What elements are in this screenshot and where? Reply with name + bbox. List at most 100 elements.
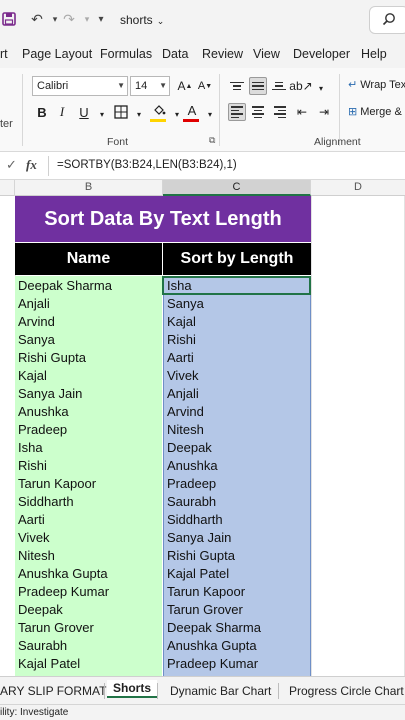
sheet-tab-shorts[interactable]: Shorts <box>107 680 158 698</box>
font-color-button[interactable]: A <box>183 101 201 119</box>
confirm-check-icon[interactable]: ✓ <box>6 157 17 173</box>
name-cell[interactable]: Arvind <box>15 313 162 331</box>
name-cell[interactable]: Kajal Patel <box>15 655 162 673</box>
name-cell[interactable]: Rishi Gupta <box>15 349 162 367</box>
name-cell[interactable]: Siddharth <box>15 493 162 511</box>
sorted-cell[interactable]: Pradeep Kumar <box>164 655 310 673</box>
sorted-cell[interactable]: Kajal <box>164 313 310 331</box>
sorted-cell[interactable]: Tarun Kapoor <box>164 583 310 601</box>
active-cell-selection[interactable] <box>162 276 311 295</box>
sorted-cell[interactable]: Pradeep <box>164 475 310 493</box>
sheet-tab-dynamic-bar-chart[interactable]: Dynamic Bar Chart <box>170 684 271 698</box>
name-cell[interactable]: Isha <box>15 439 162 457</box>
name-cell[interactable]: Pradeep <box>15 421 162 439</box>
insert-function-button[interactable]: fx <box>26 157 37 173</box>
sorted-cell[interactable]: Vivek <box>164 367 310 385</box>
undo-icon[interactable]: ↶ <box>28 10 46 28</box>
sheet-title[interactable]: Sort Data By Text Length <box>15 196 311 242</box>
search-button[interactable] <box>369 6 405 34</box>
sorted-cell[interactable]: Sanya Jain <box>164 529 310 547</box>
redo-icon[interactable]: ↷ <box>60 10 78 28</box>
orientation-icon[interactable]: ab↗ <box>289 77 312 95</box>
fill-color-icon[interactable] <box>150 101 168 119</box>
decrease-indent-icon[interactable]: ⇤ <box>293 103 311 121</box>
header-name[interactable]: Name <box>15 243 162 275</box>
name-cell[interactable]: Tarun Kapoor <box>15 475 162 493</box>
tab-page-layout[interactable]: Page Layout <box>22 47 92 61</box>
font-color-dropdown-icon[interactable]: ▾ <box>201 105 219 123</box>
font-name-select[interactable]: Calibri ▼ <box>32 76 128 96</box>
column-header-b[interactable]: B <box>15 180 163 196</box>
orientation-dropdown-icon[interactable]: ▾ <box>312 79 330 97</box>
name-cell[interactable]: Pradeep Kumar <box>15 583 162 601</box>
name-cell[interactable]: Deepak Sharma <box>15 277 162 295</box>
sheet-tab-salary-slip-format[interactable]: ARY SLIP FORMAT <box>0 684 106 698</box>
sorted-cell[interactable]: Arvind <box>164 403 310 421</box>
worksheet-grid[interactable]: Sort Data By Text Length Name Sort by Le… <box>0 196 405 676</box>
borders-icon[interactable] <box>112 103 130 121</box>
sorted-cell[interactable]: Aarti <box>164 349 310 367</box>
sorted-cell[interactable]: Kajal Patel <box>164 565 310 583</box>
sorted-cell[interactable]: Siddharth <box>164 511 310 529</box>
sorted-cell[interactable]: Tarun Grover <box>164 601 310 619</box>
tab-review[interactable]: Review <box>202 47 243 61</box>
wrap-text-button[interactable]: ↵ Wrap Tex <box>348 78 405 91</box>
name-cell[interactable]: Vivek <box>15 529 162 547</box>
align-left-icon[interactable] <box>228 103 246 121</box>
name-cell[interactable]: Anjali <box>15 295 162 313</box>
tab-developer[interactable]: Developer <box>293 47 350 61</box>
tab-help[interactable]: Help <box>361 47 387 61</box>
column-header-a[interactable] <box>0 180 15 196</box>
name-cell[interactable]: Sanya Jain <box>15 385 162 403</box>
sorted-cell[interactable]: Anjali <box>164 385 310 403</box>
sorted-cell[interactable]: Deepak <box>164 439 310 457</box>
sorted-cell[interactable]: Rishi Gupta <box>164 547 310 565</box>
document-name[interactable]: shorts ⌄ <box>120 13 164 27</box>
merge-center-button[interactable]: ⊞ Merge & <box>348 105 402 118</box>
name-cell[interactable]: Rishi <box>15 457 162 475</box>
sorted-cell[interactable]: Deepak Sharma <box>164 619 310 637</box>
align-middle-icon[interactable] <box>249 77 267 95</box>
increase-indent-icon[interactable]: ⇥ <box>315 103 333 121</box>
sorted-cell[interactable]: Anushka Gupta <box>164 637 310 655</box>
sheet-tab-progress-circle-chart[interactable]: Progress Circle Chart <box>289 684 404 698</box>
tab-view[interactable]: View <box>253 47 280 61</box>
name-cell[interactable]: Anushka Gupta <box>15 565 162 583</box>
column-header-c[interactable]: C <box>163 180 311 196</box>
underline-button[interactable]: U <box>75 103 93 121</box>
name-cell[interactable]: Anushka <box>15 403 162 421</box>
accessibility-status[interactable]: ility: Investigate <box>0 707 68 718</box>
sorted-cell[interactable]: Saurabh <box>164 493 310 511</box>
borders-dropdown-icon[interactable]: ▾ <box>130 105 148 123</box>
font-dialog-launcher-icon[interactable]: ⧉ <box>209 135 215 146</box>
sorted-cell[interactable]: Nitesh <box>164 421 310 439</box>
save-icon[interactable] <box>0 10 18 28</box>
font-size-select[interactable]: 14 ▼ <box>130 76 170 96</box>
name-cell[interactable]: Deepak <box>15 601 162 619</box>
name-cell[interactable]: Kajal <box>15 367 162 385</box>
name-cell[interactable]: Tarun Grover <box>15 619 162 637</box>
align-center-icon[interactable] <box>249 103 267 121</box>
tab-data[interactable]: Data <box>162 47 188 61</box>
tab-formulas[interactable]: Formulas <box>100 47 152 61</box>
name-cell[interactable]: Sanya <box>15 331 162 349</box>
increase-font-size-icon[interactable]: A ▲ <box>176 77 194 95</box>
column-header-d[interactable]: D <box>311 180 405 196</box>
header-sort-by-length[interactable]: Sort by Length <box>163 243 311 275</box>
customize-toolbar-icon[interactable]: ▾ <box>92 10 110 28</box>
sorted-cell[interactable]: Rishi <box>164 331 310 349</box>
align-top-icon[interactable] <box>228 77 246 95</box>
name-cell[interactable]: Nitesh <box>15 547 162 565</box>
underline-dropdown-icon[interactable]: ▾ <box>93 105 111 123</box>
decrease-font-size-icon[interactable]: A ▼ <box>196 77 214 95</box>
bold-button[interactable]: B <box>33 103 51 121</box>
sorted-cell[interactable]: Sanya <box>164 295 310 313</box>
formula-input[interactable]: =SORTBY(B3:B24,LEN(B3:B24),1) <box>57 159 237 171</box>
align-bottom-icon[interactable] <box>270 77 288 95</box>
align-right-icon[interactable] <box>270 103 288 121</box>
italic-button[interactable]: I <box>53 103 71 121</box>
name-cell[interactable]: Saurabh <box>15 637 162 655</box>
tab-insert[interactable]: rt <box>0 47 8 61</box>
name-cell[interactable]: Aarti <box>15 511 162 529</box>
sorted-cell[interactable]: Anushka <box>164 457 310 475</box>
